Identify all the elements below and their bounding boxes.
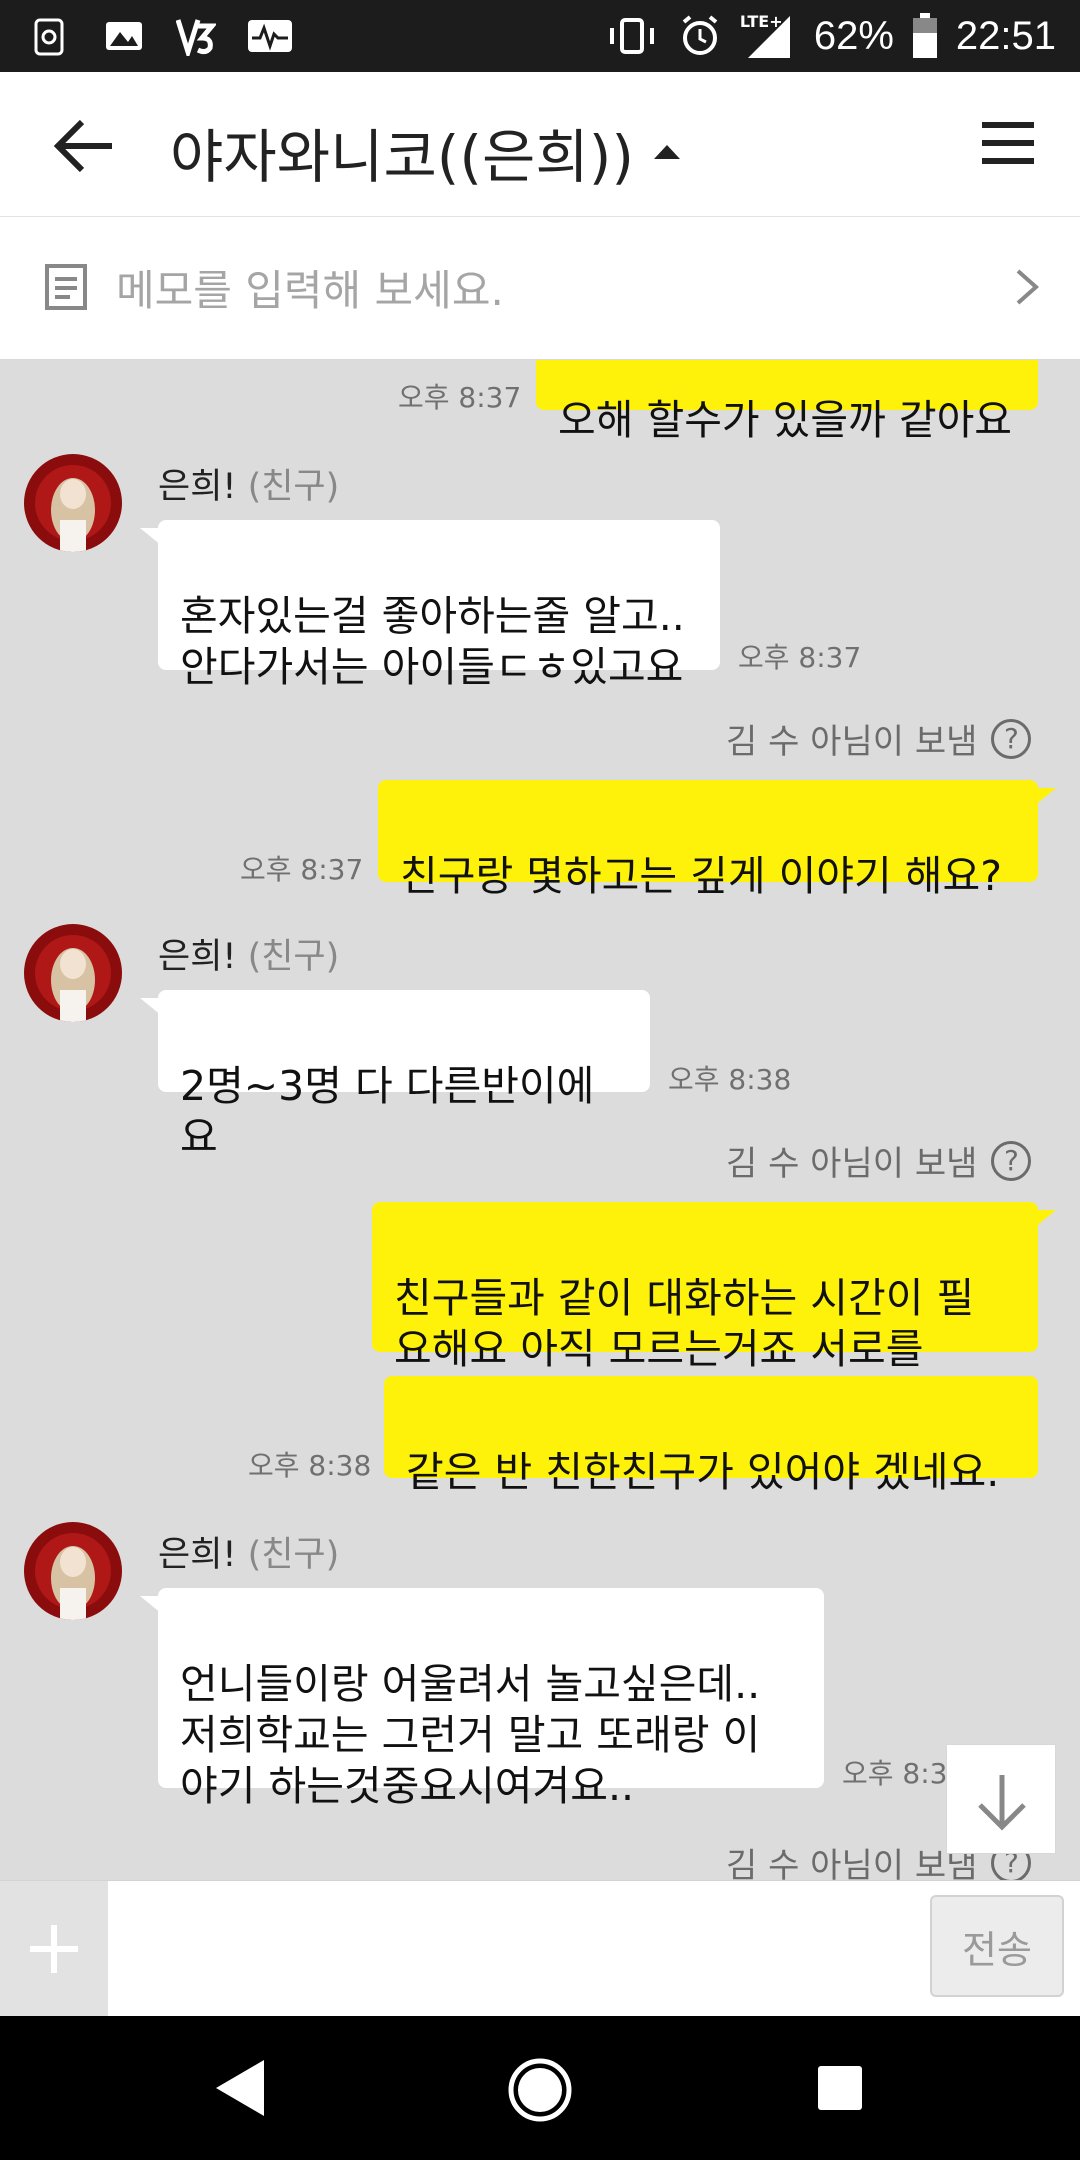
back-triangle-icon[interactable] <box>212 2056 268 2120</box>
friend-name: 은희! (친구) <box>158 928 339 979</box>
chat-header: 야자와니코((은희)) <box>0 72 1080 217</box>
app-icon <box>34 18 64 56</box>
friend-avatar[interactable] <box>24 924 122 1022</box>
v3-icon <box>176 19 216 56</box>
sent-note-text: 김 수 아님이 보냄 <box>726 722 978 762</box>
message-input-bar: 전송 <box>0 1880 1080 2017</box>
plus-icon <box>30 1925 78 1973</box>
message-text: 오해 할수가 있을까 같아요 <box>558 396 1013 444</box>
alarm-icon <box>682 15 718 55</box>
chat-title-button[interactable]: 야자와니코((은희)) <box>170 110 681 194</box>
memo-bar[interactable]: 메모를 입력해 보세요. <box>0 217 1080 360</box>
question-icon[interactable]: ? <box>991 1140 1032 1181</box>
my-message-bubble[interactable]: 친구들과 같이 대화하는 시간이 필 요해요 아직 모르는거죠 서로를 <box>372 1202 1056 1373</box>
question-icon[interactable]: ? <box>991 718 1032 759</box>
message-text: 친구들과 같이 대화하는 시간이 필 요해요 아직 모르는거죠 서로를 <box>394 1274 975 1373</box>
sent-by-note: 김 수 아님이 보냄 ? <box>726 714 1032 763</box>
friend-name-text: 은희! <box>158 467 237 507</box>
status-bar: LTE+ 62% 22:51 <box>0 0 1080 72</box>
back-arrow-icon[interactable] <box>50 116 120 176</box>
friend-message-bubble[interactable]: 언니들이랑 어울려서 놀고싶은데.. 저희학교는 그런거 말고 또래랑 이 야기… <box>140 1588 824 1810</box>
my-message-bubble[interactable]: 친구랑 몇하고는 깊게 이야기 해요? <box>378 780 1056 900</box>
chevron-right-icon <box>1016 269 1040 305</box>
friend-name-text: 은희! <box>158 1535 237 1575</box>
gallery-icon <box>106 22 142 50</box>
my-message-bubble[interactable]: 오해 할수가 있을까 같아요 <box>536 360 1038 444</box>
signal-icon: LTE+ <box>740 8 796 64</box>
message-time: 오후 8:37 <box>738 641 862 674</box>
friend-avatar[interactable] <box>24 1522 122 1620</box>
friend-tag: (친구) <box>247 467 340 507</box>
friend-message-bubble[interactable]: 혼자있는걸 좋아하는줄 알고.. 안다가서는 아이들ㄷㅎ있고요 <box>140 520 720 691</box>
message-time: 오후 8:37 <box>398 381 522 414</box>
chat-area[interactable]: 오해 할수가 있을까 같아요 오후 8:37 은희! (친구) 혼자있는걸 좋아… <box>0 360 1080 1880</box>
sent-by-note: 김 수 아님이 보냄 ? <box>726 1136 1032 1185</box>
system-nav-bar <box>0 2016 1080 2160</box>
sent-note-text: 김 수 아님이 보냄 <box>726 1846 978 1880</box>
clock: 22:51 <box>955 13 1056 58</box>
arrow-down-icon <box>978 1775 1026 1831</box>
battery-percent: 62% <box>813 13 894 58</box>
attach-button[interactable] <box>0 1881 108 2017</box>
friend-tag: (친구) <box>247 1535 340 1575</box>
vibrate-icon <box>609 18 654 54</box>
friend-message-bubble[interactable]: 2명~3명 다 다른반이에요 <box>140 990 650 1161</box>
message-text: 혼자있는걸 좋아하는줄 알고.. 안다가서는 아이들ㄷㅎ있고요 <box>180 592 685 691</box>
message-time: 오후 8:38 <box>248 1449 372 1482</box>
message-text: 언니들이랑 어울려서 놀고싶은데.. 저희학교는 그런거 말고 또래랑 이 야기… <box>180 1660 761 1810</box>
battery-icon <box>912 13 937 58</box>
message-input[interactable] <box>120 1891 910 2007</box>
friend-name-text: 은희! <box>158 937 237 977</box>
home-circle-icon[interactable] <box>506 2056 574 2124</box>
network-label: LTE+ <box>739 12 783 31</box>
friend-name: 은희! (친구) <box>158 458 339 509</box>
message-time: 오후 8:3 <box>842 1757 948 1790</box>
friend-avatar[interactable] <box>24 454 122 552</box>
message-time: 오후 8:38 <box>668 1063 792 1096</box>
memo-placeholder: 메모를 입력해 보세요. <box>116 266 504 315</box>
activity-icon <box>248 20 292 52</box>
menu-icon[interactable] <box>980 118 1036 168</box>
memo-icon <box>45 264 87 310</box>
recents-square-icon[interactable] <box>816 2064 864 2112</box>
scroll-to-bottom-button[interactable] <box>946 1744 1056 1854</box>
my-message-bubble[interactable]: 같은 반 친한친구가 있어야 겠네요. <box>384 1376 1038 1496</box>
send-button[interactable]: 전송 <box>930 1895 1064 1997</box>
caret-up-icon <box>654 145 681 159</box>
message-text: 2명~3명 다 다른반이에요 <box>180 1062 595 1161</box>
sent-note-text: 김 수 아님이 보냄 <box>726 1144 978 1184</box>
chat-title: 야자와니코((은희)) <box>170 123 635 191</box>
friend-tag: (친구) <box>247 937 340 977</box>
message-time: 오후 8:37 <box>240 853 364 886</box>
friend-name: 은희! (친구) <box>158 1526 339 1577</box>
message-text: 같은 반 친한친구가 있어야 겠네요. <box>406 1448 1000 1496</box>
message-text: 친구랑 몇하고는 깊게 이야기 해요? <box>400 852 1002 900</box>
